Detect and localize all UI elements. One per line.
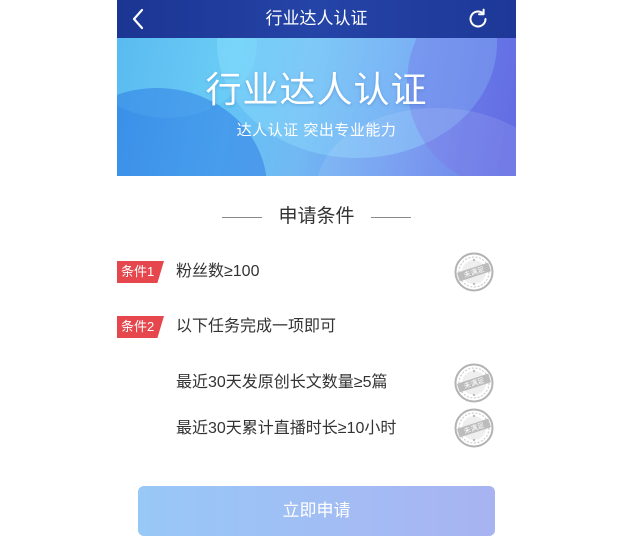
divider-line [222,216,263,218]
condition-row-2: 条件2 以下任务完成一项即可 [117,316,516,338]
status-stamp: 未满足 [454,408,494,448]
banner-title: 行业达人认证 [205,69,428,110]
section-heading: 申请条件 [117,205,516,229]
condition-tag: 条件1 [117,261,164,283]
section-title: 申请条件 [278,206,355,227]
condition-text: 以下任务完成一项即可 [176,318,337,335]
chevron-left-icon [132,8,144,30]
app-screen: 行业达人认证 行业达人认证 达人认证 突出专业能力 申请条件 条件1 粉丝数≥1… [117,0,516,536]
subitem-text: 最近30天发原创长文数量≥5篇 [176,374,388,391]
nav-header: 行业达人认证 [117,0,516,38]
status-stamp: 未满足 [454,252,494,292]
stamp-icon: 未满足 [454,363,494,403]
refresh-button[interactable] [466,7,490,31]
status-stamp: 未满足 [454,363,494,403]
hero-banner: 行业达人认证 达人认证 突出专业能力 [117,38,516,176]
stamp-icon: 未满足 [454,408,494,448]
page-title: 行业达人认证 [265,9,368,28]
apply-button[interactable]: 立即申请 [138,486,495,536]
condition-tag: 条件2 [117,316,164,338]
condition-text: 粉丝数≥100 [176,263,260,280]
back-button[interactable] [127,7,151,31]
divider-line [370,216,411,218]
stamp-icon: 未满足 [454,252,494,292]
banner-subtitle: 达人认证 突出专业能力 [236,122,397,139]
refresh-icon [469,8,487,28]
subitem-text: 最近30天累计直播时长≥10小时 [176,420,397,437]
